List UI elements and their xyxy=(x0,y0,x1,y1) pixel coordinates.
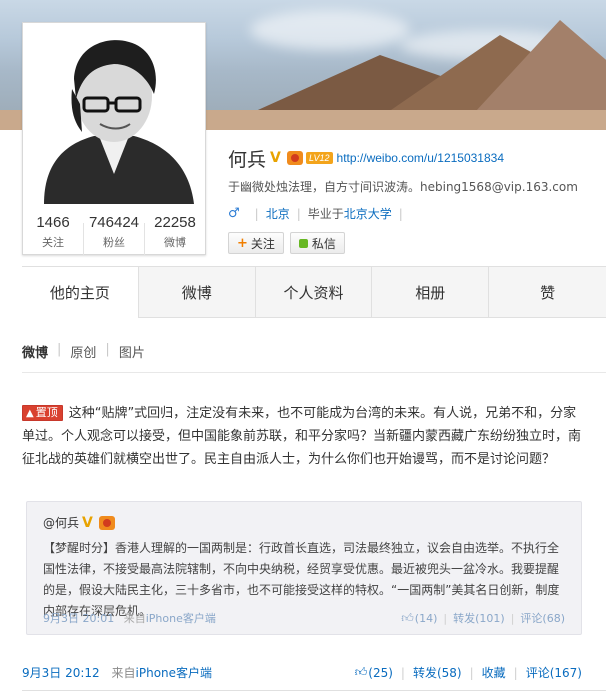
profile-description: 于幽微处烛法理，自方寸间识波涛。hebing1568@vip.163.com xyxy=(228,180,578,194)
divider: | xyxy=(105,342,110,357)
divider: | xyxy=(296,206,301,221)
post-footer: 9月3日 20:12 来自iPhone客户端 👍︎ (25) | 转发(58) … xyxy=(22,664,582,681)
quoted-comment-link[interactable]: 评论(68) xyxy=(520,610,565,626)
divider: | xyxy=(57,342,62,357)
post-favorite-link[interactable]: 收藏 xyxy=(482,664,506,681)
stat-followers[interactable]: 746424 粉丝 xyxy=(84,214,145,255)
filter-weibo[interactable]: 微博 xyxy=(22,342,48,361)
post-like-count[interactable]: (25) xyxy=(368,666,393,680)
stat-followers-count: 746424 xyxy=(88,214,140,231)
tab-likes[interactable]: 赞 xyxy=(489,267,606,317)
post-meta: 9月3日 20:12 来自iPhone客户端 xyxy=(22,664,212,681)
profile-meta: ♂ | 北京 | 毕业于 北京大学 | xyxy=(228,205,410,222)
quoted-footer: 9月3日 20:01 来自iPhone客户端 👍︎ (14) | 转发(101)… xyxy=(43,610,565,626)
message-button[interactable]: 私信 xyxy=(289,232,345,254)
feed-filter: 微博 | 原创 | 图片 xyxy=(22,342,145,361)
location-link[interactable]: 北京 xyxy=(266,205,290,222)
profile-actions: + 关注 私信 xyxy=(228,232,351,254)
divider: | xyxy=(469,665,474,680)
pin-icon: ▲ xyxy=(26,408,34,419)
divider: | xyxy=(510,611,515,625)
stats-bar: 1466 关注 746424 粉丝 22258 微博 xyxy=(23,214,205,255)
divider: | xyxy=(398,206,403,221)
school-link[interactable]: 北京大学 xyxy=(344,205,392,222)
stat-followers-label: 粉丝 xyxy=(103,236,125,249)
post-comment-link[interactable]: 评论(167) xyxy=(526,664,582,681)
follow-button-label: 关注 xyxy=(250,236,275,251)
avatar-card: 1466 关注 746424 粉丝 22258 微博 xyxy=(22,22,206,255)
filter-images[interactable]: 图片 xyxy=(119,342,145,361)
verified-icon[interactable]: V xyxy=(270,151,284,165)
divider: | xyxy=(513,665,518,680)
avatar[interactable] xyxy=(24,24,204,204)
thumbs-up-icon[interactable]: 👍︎ xyxy=(401,611,414,626)
stat-posts-count: 22258 xyxy=(154,214,196,231)
quoted-actions: 👍︎ (14) | 转发(101) | 评论(68) xyxy=(401,610,565,626)
profile-tabs: 他的主页 微博 个人资料 相册 赞 xyxy=(22,266,606,319)
stat-following-label: 关注 xyxy=(42,236,64,249)
stat-posts[interactable]: 22258 微博 xyxy=(145,214,205,255)
stat-following[interactable]: 1466 关注 xyxy=(23,214,84,255)
quoted-repost-link[interactable]: 转发(101) xyxy=(453,610,505,626)
verified-icon[interactable]: V xyxy=(82,516,96,530)
tab-home[interactable]: 他的主页 xyxy=(22,267,139,319)
post-actions: 👍︎ (25) | 转发(58) | 收藏 | 评论(167) xyxy=(355,664,582,681)
medal-icon[interactable] xyxy=(99,515,116,530)
divider: | xyxy=(400,665,405,680)
post-source-prefix: 来自 xyxy=(111,666,136,680)
pinned-label: 置顶 xyxy=(35,406,58,419)
plus-icon: + xyxy=(237,235,248,251)
education-prefix: 毕业于 xyxy=(307,207,344,221)
message-icon xyxy=(298,238,308,248)
post-repost-link[interactable]: 转发(58) xyxy=(413,664,462,681)
profile-url-link[interactable]: http://weibo.com/u/1215031834 xyxy=(337,151,504,165)
feed: 微博 | 原创 | 图片 ▲ 置顶 这种“贴牌”式回归，注定没有未来，也不可能成为台… xyxy=(0,318,606,695)
follow-button[interactable]: + 关注 xyxy=(228,232,284,254)
tab-profile-info[interactable]: 个人资料 xyxy=(256,267,373,317)
post-body: ▲ 置顶 这种“贴牌”式回归，注定没有未来，也不可能成为台湾的未来。有人说，兄弟不和… xyxy=(22,402,588,471)
profile-name-row: 何兵 V LV12 http://weibo.com/u/1215031834 xyxy=(228,146,504,171)
divider: | xyxy=(254,206,259,221)
divider: | xyxy=(443,611,448,625)
stat-posts-label: 微博 xyxy=(164,236,186,249)
post-time[interactable]: 9月3日 20:12 xyxy=(22,666,100,680)
quoted-author-row: @何兵 V xyxy=(43,514,116,531)
quoted-meta: 9月3日 20:01 来自iPhone客户端 xyxy=(43,610,216,626)
post-text: 这种“贴牌”式回归，注定没有未来，也不可能成为台湾的未来。有人说，兄弟不和，分家… xyxy=(22,406,582,467)
quoted-source-prefix: 来自 xyxy=(123,612,146,625)
quoted-source[interactable]: iPhone客户端 xyxy=(146,612,216,625)
tab-weibo[interactable]: 微博 xyxy=(139,267,256,317)
tab-album[interactable]: 相册 xyxy=(372,267,490,317)
quoted-author-link[interactable]: @何兵 xyxy=(43,514,79,531)
post-source[interactable]: iPhone客户端 xyxy=(136,666,213,680)
quoted-like-count[interactable]: (14) xyxy=(415,612,438,625)
quoted-post: @何兵 V 【梦醒时分】香港人理解的一国两制是：行政首长直选，司法最终独立，议会… xyxy=(26,501,582,635)
filter-original[interactable]: 原创 xyxy=(70,342,96,361)
vip-level-icon[interactable]: LV12 xyxy=(306,152,333,164)
quoted-time[interactable]: 9月3日 20:01 xyxy=(43,612,114,625)
stat-following-count: 1466 xyxy=(36,214,70,231)
divider xyxy=(22,690,606,691)
message-button-label: 私信 xyxy=(311,236,336,251)
divider xyxy=(22,372,606,373)
thumbs-up-icon[interactable]: 👍︎ xyxy=(355,665,368,680)
pinned-badge: ▲ 置顶 xyxy=(22,405,63,421)
medal-icon[interactable] xyxy=(287,151,304,165)
male-gender-icon: ♂ xyxy=(228,206,240,221)
profile-name: 何兵 xyxy=(228,148,267,171)
